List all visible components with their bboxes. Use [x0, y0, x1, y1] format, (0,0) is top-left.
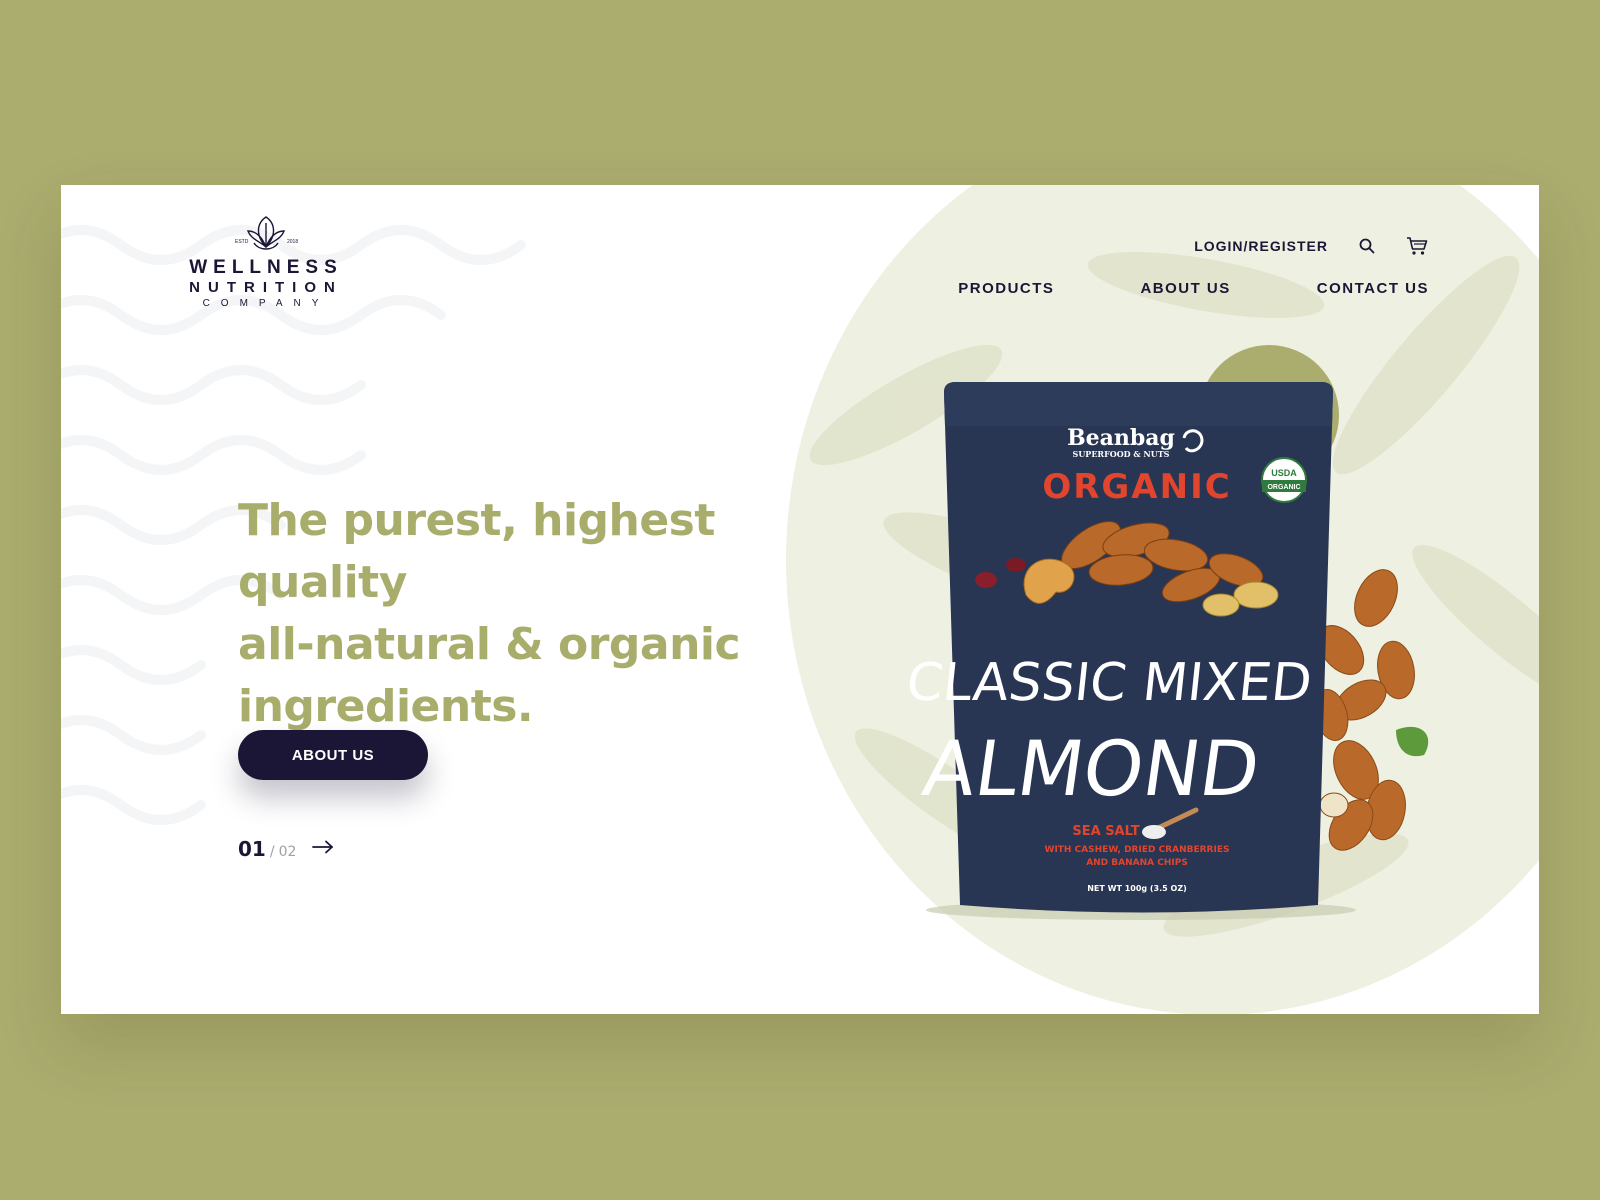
product-pouch: Beanbag SUPERFOOD & NUTS ORGANIC USDA OR…	[904, 382, 1333, 913]
logo-wordmark-line1: WELLNESS	[189, 257, 343, 278]
product-image[interactable]: Beanbag SUPERFOOD & NUTS ORGANIC USDA OR…	[896, 380, 1476, 940]
pouch-description-line1: WITH CASHEW, DRIED CRANBERRIES	[1045, 845, 1230, 855]
logo-wordmark-line3: COMPANY	[202, 298, 330, 309]
hero-heading-line3: ingredients.	[238, 681, 534, 732]
logo-est-right: 2018	[287, 239, 298, 245]
pager-separator: /	[269, 844, 275, 860]
logo-wordmark-line2: NUTRITION	[189, 279, 343, 296]
nav-about-us[interactable]: ABOUT US	[1140, 280, 1230, 297]
nav-products[interactable]: PRODUCTS	[958, 280, 1054, 297]
usda-seal-bottom: ORGANIC	[1267, 484, 1300, 491]
nav-contact-us[interactable]: CONTACT US	[1317, 280, 1429, 297]
pouch-name-line2: ALMOND	[917, 725, 1264, 814]
pouch-net-weight: NET WT 100g (3.5 OZ)	[1087, 884, 1187, 893]
pouch-brand: Beanbag	[1067, 425, 1175, 451]
hero-card: ESTD 2018 WELLNESS NUTRITION COMPANY LOG…	[61, 185, 1539, 1014]
pager-current: 01	[238, 837, 266, 861]
hero-heading-line1: The purest, highest quality	[238, 495, 715, 608]
usda-organic-seal: USDA ORGANIC	[1261, 457, 1307, 503]
company-logo[interactable]: ESTD 2018 WELLNESS NUTRITION COMPANY	[171, 213, 361, 311]
pouch-organic-label: ORGANIC	[1042, 467, 1231, 507]
utility-bar: LOGIN/REGISTER	[1194, 235, 1428, 257]
leaf-crest-icon: ESTD 2018	[235, 216, 298, 250]
almonds-group	[1313, 569, 1429, 851]
cart-icon[interactable]	[1406, 235, 1428, 257]
search-icon[interactable]	[1356, 235, 1378, 257]
pager-total: 02	[278, 844, 297, 860]
about-us-button[interactable]: ABOUT US	[238, 730, 428, 780]
hero-heading: The purest, highest quality all-natural …	[238, 490, 838, 738]
slide-pager: 01 / 02	[238, 837, 334, 861]
pouch-name-line1: CLASSIC MIXED	[904, 653, 1315, 713]
main-nav: PRODUCTS ABOUT US CONTACT US	[958, 280, 1429, 297]
logo-est-left: ESTD	[235, 239, 249, 245]
login-register-link[interactable]: LOGIN/REGISTER	[1194, 238, 1328, 254]
pouch-brand-tagline: SUPERFOOD & NUTS	[1073, 449, 1170, 459]
pouch-flavor: SEA SALT	[1072, 824, 1139, 839]
hero-heading-line2: all-natural & organic	[238, 619, 741, 670]
usda-seal-top: USDA	[1271, 468, 1297, 478]
pouch-description-line2: AND BANANA CHIPS	[1086, 858, 1188, 868]
arrow-right-icon[interactable]	[312, 840, 334, 859]
